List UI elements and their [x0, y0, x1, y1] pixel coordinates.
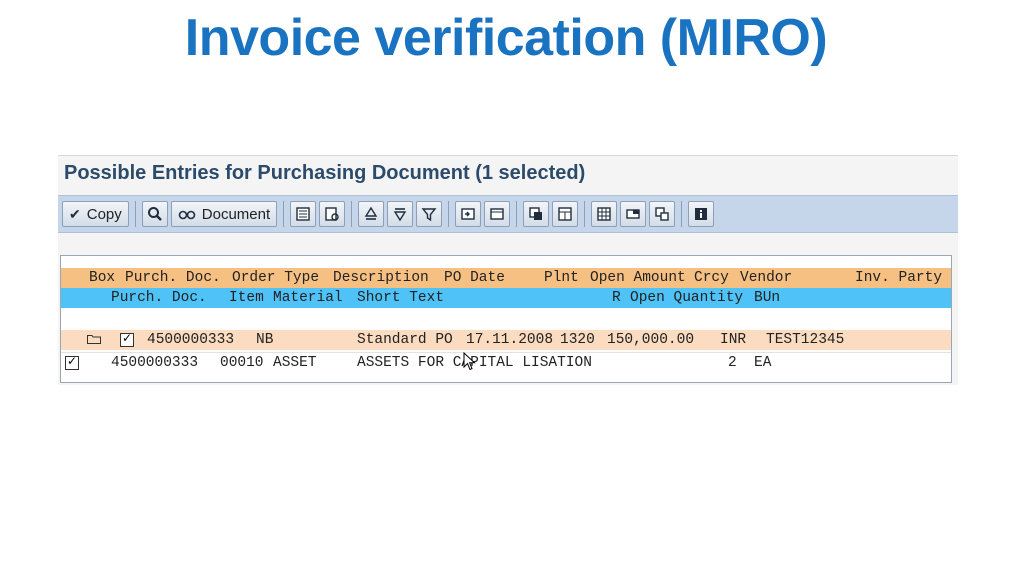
find-button[interactable] [141, 201, 168, 227]
print-preview-icon [325, 207, 339, 221]
slide-title: Invoice verification (MIRO) [184, 9, 828, 67]
document-button[interactable]: Document [170, 201, 278, 227]
col-header-item[interactable]: Item [229, 288, 264, 308]
open-quantity-value: 2 [728, 355, 737, 371]
totals-button[interactable] [649, 201, 676, 227]
results-table: Box Purch. Doc. Order Type Description P… [60, 255, 952, 383]
layout-icon [490, 208, 504, 220]
order-type-value: NB [256, 332, 274, 348]
choose-layout-button[interactable] [552, 201, 579, 227]
toolbar-separator [516, 201, 518, 227]
export-button[interactable] [455, 201, 482, 227]
copy-button[interactable]: ✔ Copy [62, 201, 129, 227]
info-button[interactable] [688, 201, 715, 227]
col-header-description[interactable]: Description [333, 268, 429, 288]
toolbar-separator [584, 201, 586, 227]
folder-icon [87, 335, 101, 344]
save-layout-icon [529, 207, 543, 220]
dialog-title: Possible Entries for Purchasing Document… [64, 162, 586, 184]
filter-button[interactable] [416, 201, 443, 227]
currency-value: INR [720, 332, 747, 348]
details-button[interactable] [290, 201, 317, 227]
col-header-short-text[interactable]: Short Text [357, 288, 444, 308]
glasses-icon [178, 210, 196, 220]
toolbar-separator [283, 201, 285, 227]
find-icon [147, 207, 162, 221]
possible-entries-dialog: Possible Entries for Purchasing Document… [58, 155, 958, 385]
toolbar-separator [448, 201, 450, 227]
table-header-row: Box Purch. Doc. Order Type Description P… [61, 268, 951, 304]
col-header-open-amount[interactable]: Open Amount [590, 268, 686, 288]
col-header-inv-party[interactable]: Inv. Party [855, 268, 942, 288]
col-header-po-date[interactable]: PO Date [444, 268, 505, 288]
table-row[interactable]: ✓ 4500000333 00010 ASSET ASSETS FOR CAPI… [61, 352, 951, 373]
mouse-pointer-icon [463, 352, 476, 371]
col-header-order-type[interactable]: Order Type [232, 268, 319, 288]
col-header-purch-doc-item[interactable]: Purch. Doc. [111, 288, 207, 308]
description-value: Standard PO [357, 332, 453, 348]
purch-doc-value: 4500000333 [147, 332, 235, 348]
toolbar-separator [351, 201, 353, 227]
toolbar-separator [681, 201, 683, 227]
check-icon: ✔ [69, 206, 81, 222]
columns-icon [626, 209, 640, 219]
sort-ascending-button[interactable] [358, 201, 385, 227]
table-row[interactable]: ✓ 4500000333 NB Standard PO 17.11.2008 1… [61, 330, 951, 350]
col-header-bun[interactable]: BUn [754, 288, 780, 308]
dialog-header: Possible Entries for Purchasing Document… [58, 155, 958, 196]
item-value: 00010 [220, 355, 264, 371]
table-subheader-row: Purch. Doc. Item Material Short Text R O… [61, 288, 951, 308]
col-header-plant[interactable]: Plnt [544, 268, 579, 288]
col-header-r[interactable]: R [612, 288, 621, 308]
totals-icon [655, 207, 669, 221]
copy-label: Copy [86, 205, 122, 223]
col-header-open-quantity[interactable]: Open Quantity [630, 288, 743, 308]
col-header-currency[interactable]: Crcy [694, 268, 729, 288]
material-value: ASSET [273, 355, 317, 371]
details-icon [296, 207, 310, 221]
toolbar: ✔ Copy Document [58, 195, 958, 233]
sort-descending-icon [393, 208, 407, 222]
vendor-value: TEST12345 [766, 332, 845, 348]
choose-layout-icon [558, 207, 572, 221]
columns-button[interactable] [620, 201, 647, 227]
sort-ascending-icon [364, 206, 378, 220]
document-label: Document [201, 205, 271, 223]
unit-value: EA [754, 355, 772, 371]
grid-icon [597, 207, 611, 221]
col-header-vendor[interactable]: Vendor [740, 268, 792, 288]
sort-descending-button[interactable] [387, 201, 414, 227]
open-amount-value: 150,000.00 [607, 332, 695, 348]
row-checkbox[interactable]: ✓ [120, 333, 134, 347]
col-header-box[interactable]: Box [89, 268, 115, 288]
grid-button[interactable] [591, 201, 618, 227]
print-preview-button[interactable] [319, 201, 346, 227]
purch-doc-value: 4500000333 [111, 355, 199, 371]
col-header-purch-doc[interactable]: Purch. Doc. [125, 268, 221, 288]
filter-icon [421, 208, 437, 222]
toolbar-separator [134, 201, 136, 227]
layout-button[interactable] [484, 201, 511, 227]
row-checkbox[interactable]: ✓ [65, 356, 79, 370]
col-header-material[interactable]: Material [273, 288, 343, 308]
export-icon [461, 208, 475, 220]
plant-value: 1320 [560, 332, 595, 348]
info-icon [695, 208, 708, 220]
save-layout-button[interactable] [523, 201, 550, 227]
po-date-value: 17.11.2008 [466, 332, 554, 348]
